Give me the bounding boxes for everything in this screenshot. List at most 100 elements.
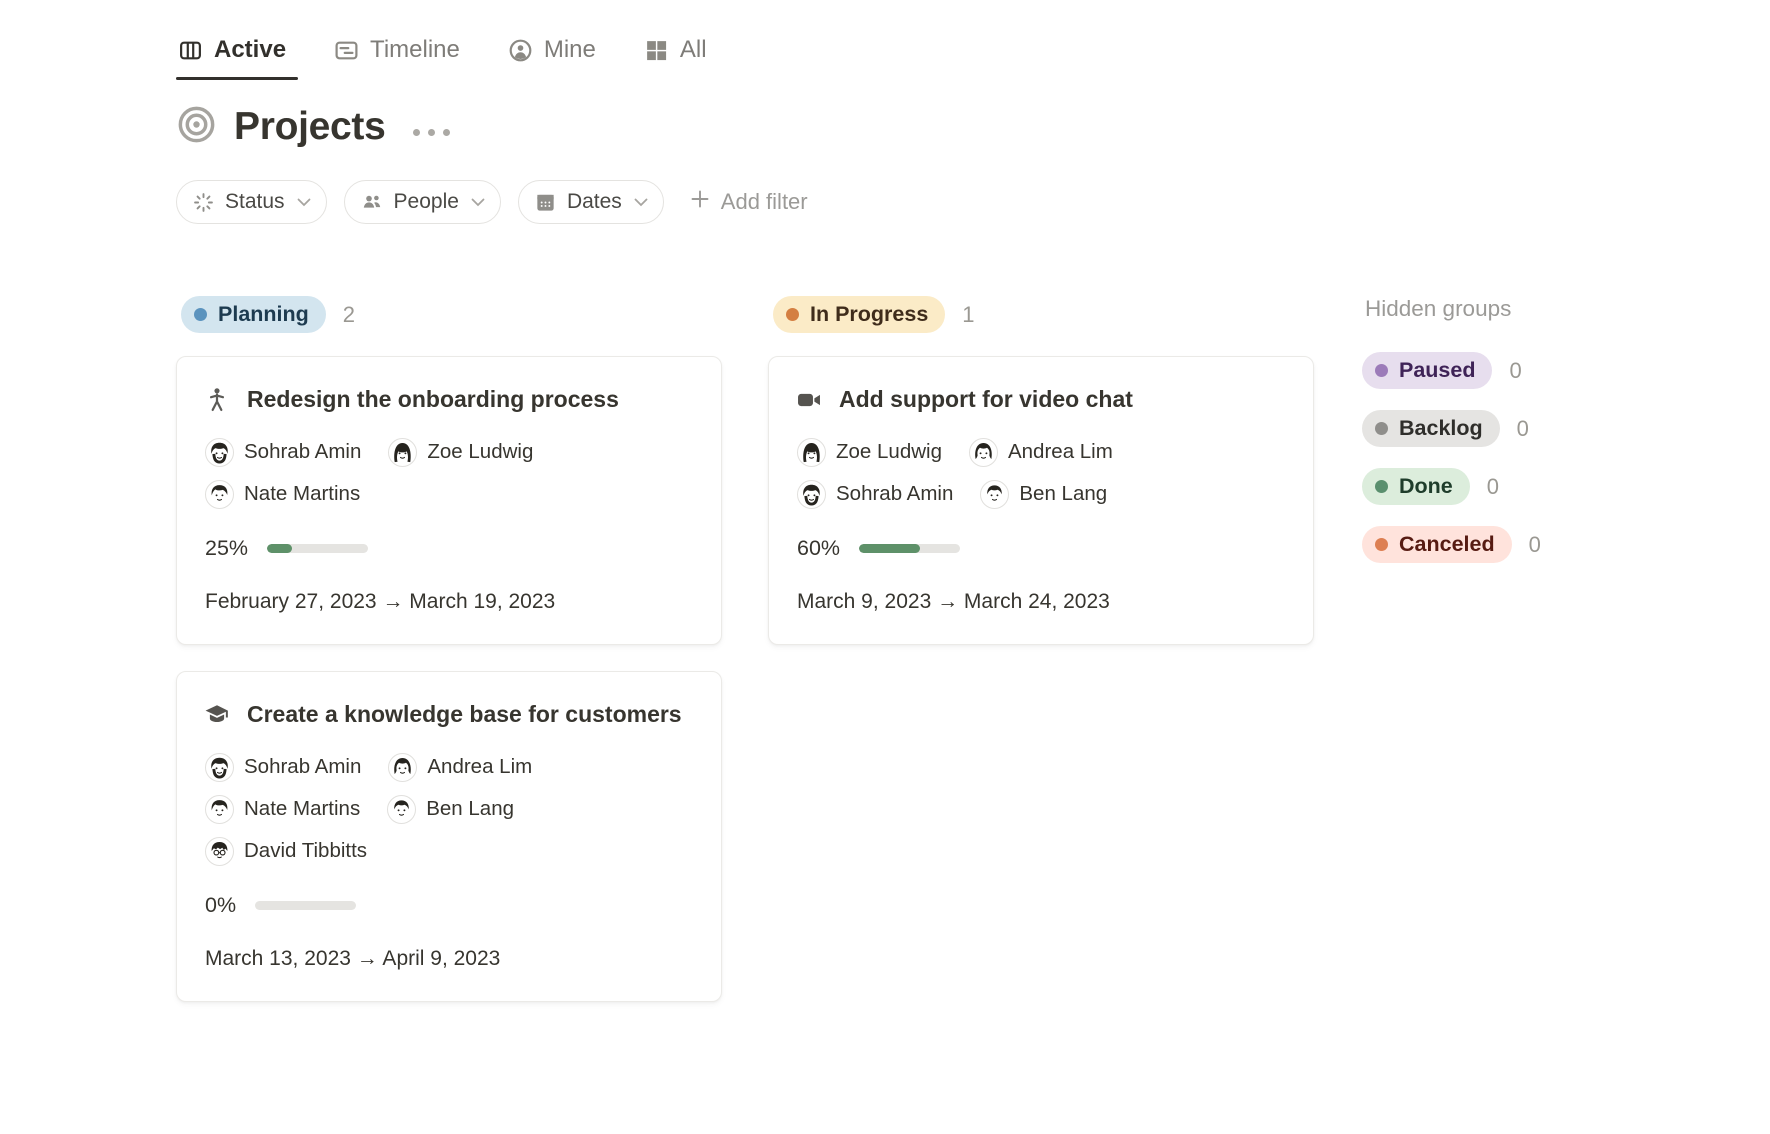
project-card-knowledge-base[interactable]: Create a knowledge base for customers So…	[176, 671, 722, 1002]
group-badge-paused[interactable]: Paused	[1362, 352, 1492, 389]
grid-icon	[644, 38, 669, 63]
progress-label: 60%	[797, 536, 840, 561]
group-label: Planning	[218, 302, 309, 327]
project-card-onboarding[interactable]: Redesign the onboarding process Sohrab A…	[176, 356, 722, 645]
person-chip: Ben Lang	[387, 795, 514, 824]
avatar	[797, 480, 826, 509]
group-label: In Progress	[810, 302, 928, 327]
people-property: Sohrab Amin Zoe Ludwig Nate Martins	[205, 438, 695, 509]
avatar	[205, 438, 234, 467]
hidden-group-row: Canceled 0	[1362, 526, 1612, 563]
filter-dates[interactable]: Dates	[518, 180, 664, 224]
kanban-board: Planning 2 Redesign the onboarding proce…	[176, 296, 1770, 1028]
video-camera-icon	[795, 386, 823, 414]
group-count: 0	[1509, 358, 1521, 384]
person-chip: Sohrab Amin	[797, 480, 953, 509]
card-title[interactable]: Create a knowledge base for customers	[247, 696, 682, 733]
progress-bar	[859, 544, 960, 553]
avatar	[205, 480, 234, 509]
filter-status[interactable]: Status	[176, 180, 327, 224]
board-columns-icon	[178, 38, 203, 63]
target-icon[interactable]	[176, 104, 217, 150]
card-title[interactable]: Add support for video chat	[839, 381, 1133, 418]
card-title-row: Add support for video chat	[795, 381, 1287, 418]
avatar	[388, 438, 417, 467]
tab-mine[interactable]: Mine	[506, 26, 622, 80]
chevron-down-icon	[634, 198, 648, 207]
person-chip: Nate Martins	[205, 795, 360, 824]
view-tabs: Active Timeline Mine All	[176, 26, 1770, 80]
status-dot	[194, 308, 207, 321]
person-circle-icon	[508, 38, 533, 63]
person-name: David Tibbitts	[244, 839, 367, 863]
group-badge-done[interactable]: Done	[1362, 468, 1470, 505]
person-name: Zoe Ludwig	[836, 440, 942, 464]
column-header: In Progress 1	[768, 296, 1314, 333]
tab-label: Mine	[544, 36, 596, 64]
add-filter-button[interactable]: Add filter	[690, 189, 808, 215]
hidden-group-row: Paused 0	[1362, 352, 1612, 389]
tab-timeline[interactable]: Timeline	[332, 26, 486, 80]
status-burst-icon	[192, 191, 215, 214]
projects-board-view: Active Timeline Mine All Projects	[0, 0, 1770, 1028]
avatar	[205, 837, 234, 866]
group-label: Done	[1399, 474, 1453, 499]
column-planning: Planning 2 Redesign the onboarding proce…	[176, 296, 722, 1028]
more-options-icon[interactable]	[413, 129, 450, 136]
group-label: Canceled	[1399, 532, 1495, 557]
progress-property: 25%	[205, 536, 695, 561]
tab-label: Active	[214, 36, 286, 64]
person-chip: Andrea Lim	[388, 753, 532, 782]
project-card-video-chat[interactable]: Add support for video chat Zoe Ludwig An…	[768, 356, 1314, 645]
page-header: Projects	[176, 96, 1770, 158]
plus-icon	[690, 189, 710, 215]
date-range: February 27, 2023 → March 19, 2023	[205, 590, 695, 614]
people-icon	[360, 190, 384, 214]
progress-property: 60%	[797, 536, 1287, 561]
progress-fill	[267, 544, 292, 553]
tab-all[interactable]: All	[642, 26, 733, 80]
group-label: Backlog	[1399, 416, 1483, 441]
person-chip: Sohrab Amin	[205, 438, 361, 467]
person-chip: Andrea Lim	[969, 438, 1113, 467]
progress-label: 0%	[205, 893, 236, 918]
group-badge-planning[interactable]: Planning	[181, 296, 326, 333]
avatar	[205, 795, 234, 824]
group-badge-backlog[interactable]: Backlog	[1362, 410, 1500, 447]
person-name: Sohrab Amin	[244, 755, 361, 779]
avatar	[980, 480, 1009, 509]
filter-label: People	[394, 190, 459, 214]
group-count: 0	[1487, 474, 1499, 500]
group-count: 2	[343, 302, 355, 328]
status-dot	[1375, 480, 1388, 493]
person-name: Sohrab Amin	[836, 482, 953, 506]
person-name: Zoe Ludwig	[427, 440, 533, 464]
page-title[interactable]: Projects	[234, 105, 386, 149]
group-count: 0	[1529, 532, 1541, 558]
hidden-groups-section: Hidden groups Paused 0 Backlog 0 Done	[1360, 296, 1612, 584]
person-chip: Nate Martins	[205, 480, 360, 509]
hidden-group-row: Backlog 0	[1362, 410, 1612, 447]
status-dot	[786, 308, 799, 321]
avatar	[387, 795, 416, 824]
person-name: Sohrab Amin	[244, 440, 361, 464]
progress-bar	[255, 901, 356, 910]
group-label: Paused	[1399, 358, 1475, 383]
status-dot	[1375, 538, 1388, 551]
card-title[interactable]: Redesign the onboarding process	[247, 381, 619, 418]
filter-people[interactable]: People	[344, 180, 501, 224]
avatar	[797, 438, 826, 467]
tab-label: All	[680, 36, 707, 64]
person-name: Ben Lang	[1019, 482, 1107, 506]
tab-active[interactable]: Active	[176, 26, 312, 80]
person-name: Ben Lang	[426, 797, 514, 821]
chevron-down-icon	[297, 198, 311, 207]
group-badge-in-progress[interactable]: In Progress	[773, 296, 945, 333]
person-name: Andrea Lim	[1008, 440, 1113, 464]
person-name: Nate Martins	[244, 797, 360, 821]
group-badge-canceled[interactable]: Canceled	[1362, 526, 1512, 563]
chevron-down-icon	[471, 198, 485, 207]
progress-label: 25%	[205, 536, 248, 561]
timeline-icon	[334, 38, 359, 63]
progress-fill	[859, 544, 920, 553]
